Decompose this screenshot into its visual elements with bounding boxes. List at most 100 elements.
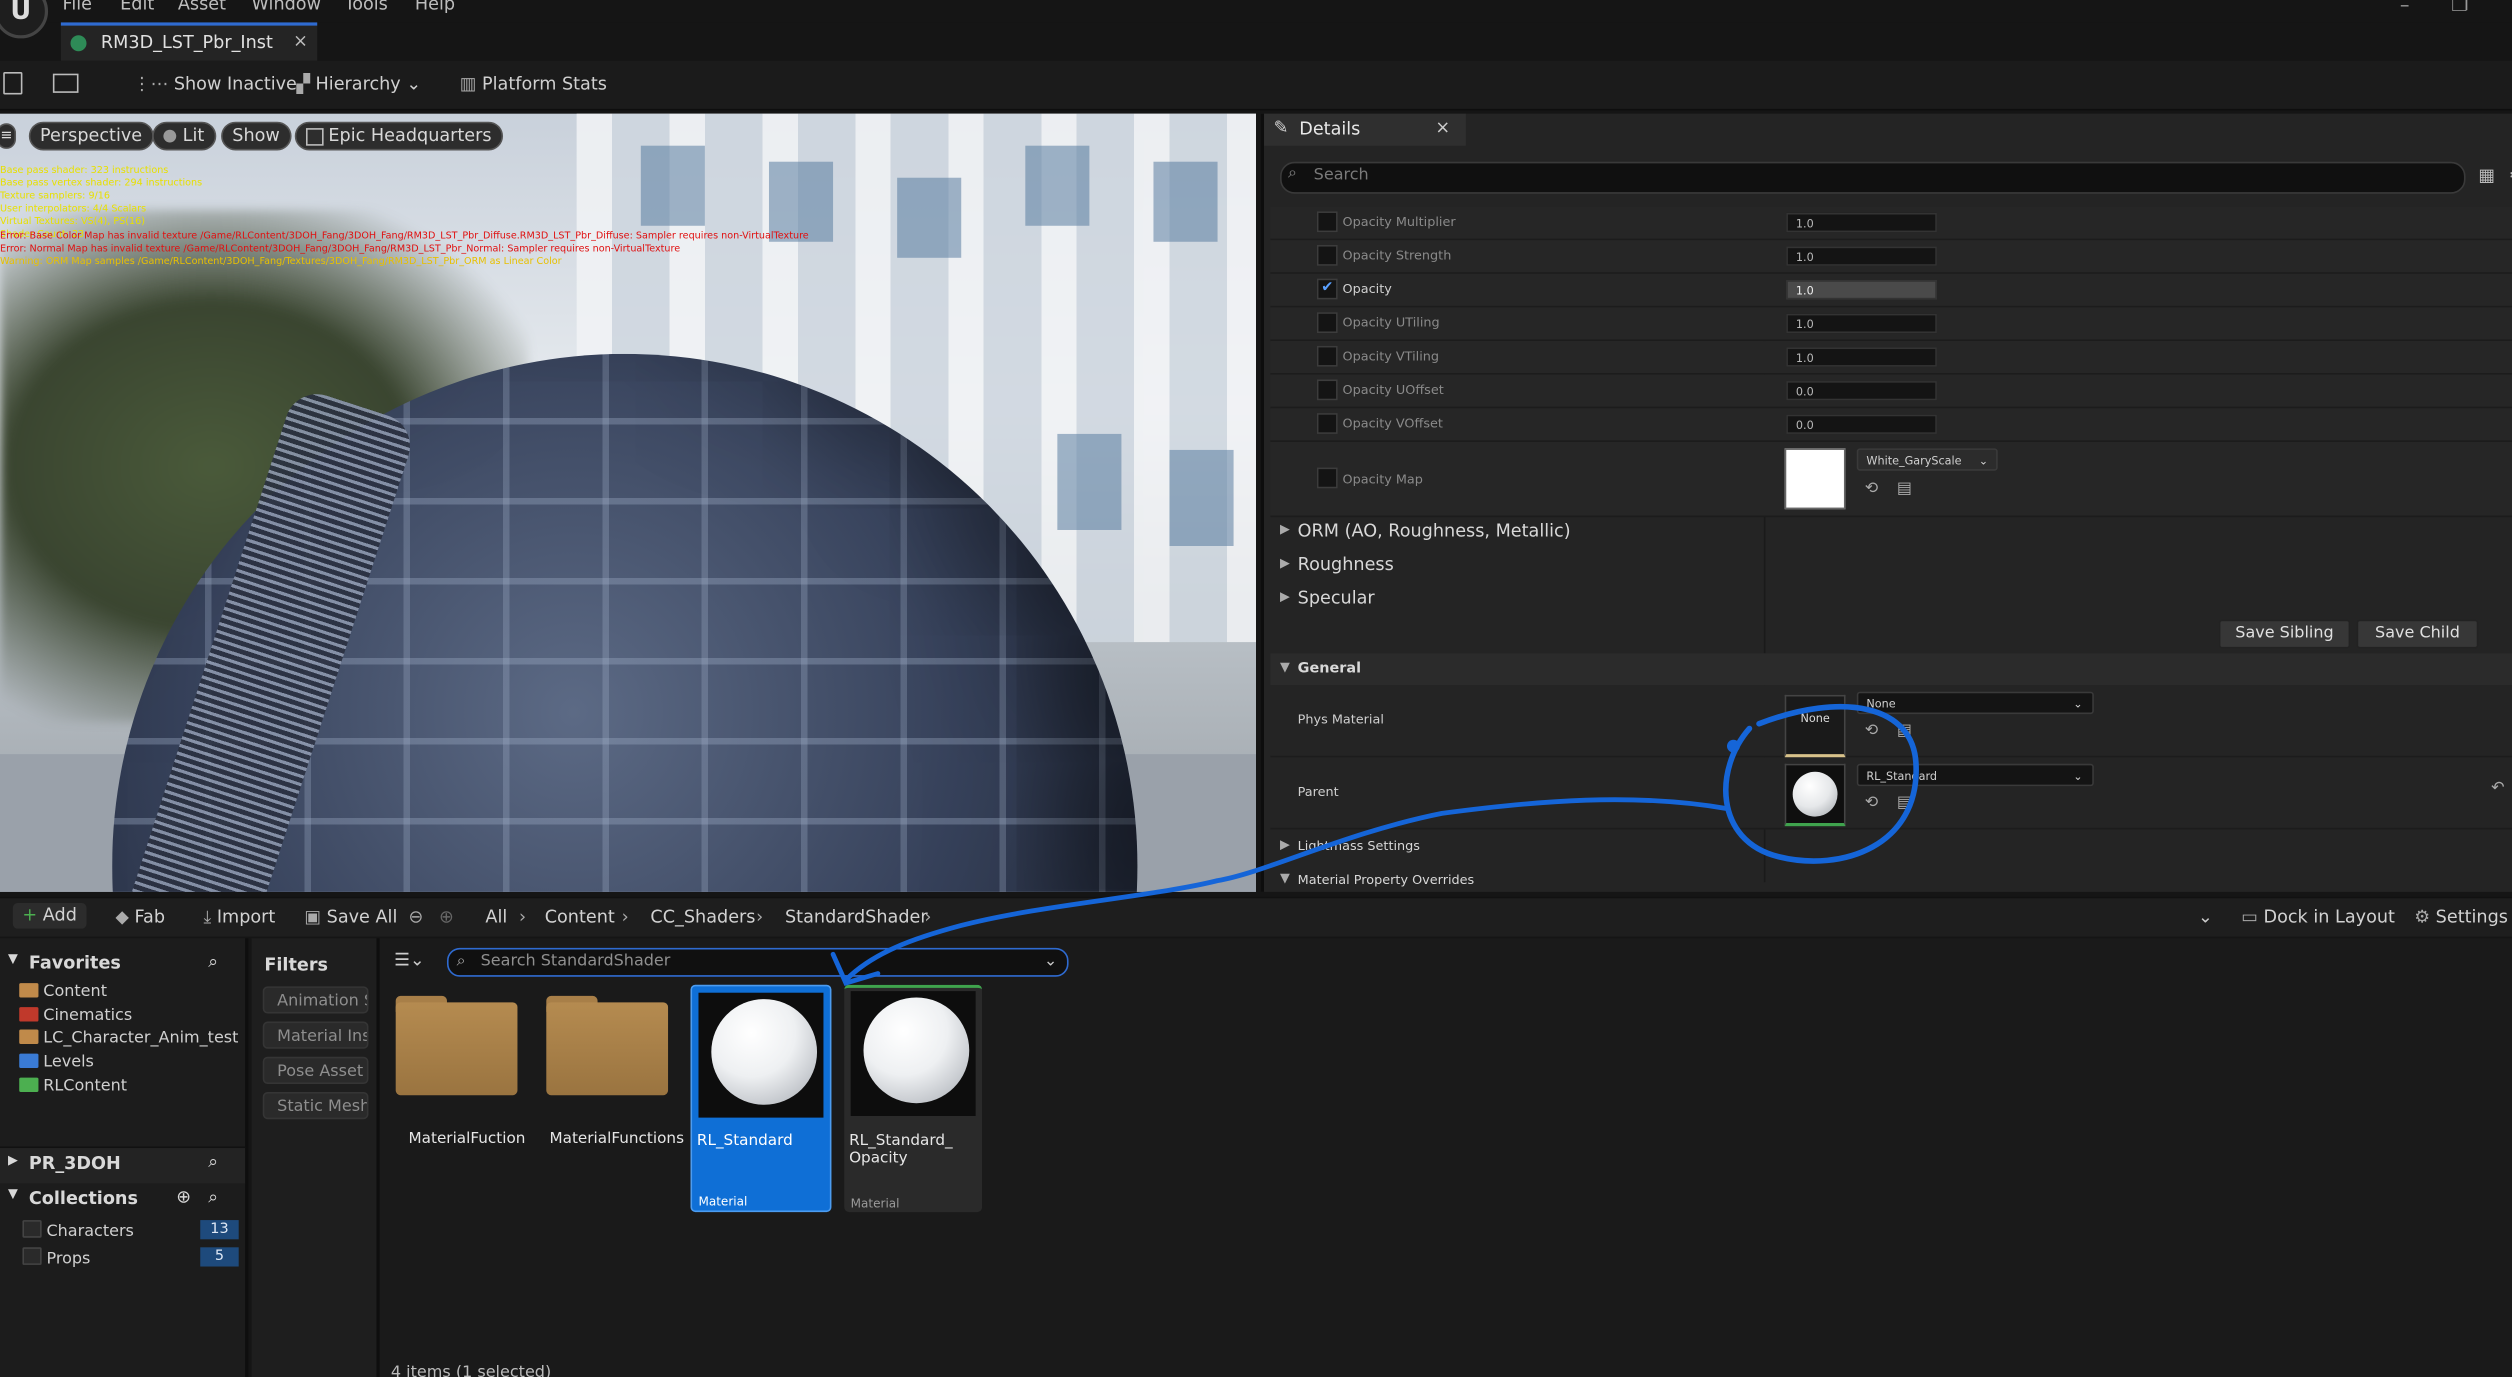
favorite-item-cinematics[interactable]: Cinematics [19,1007,132,1025]
property-value-field[interactable]: 0.0 [1786,381,1937,401]
dock-in-layout-button[interactable]: ▭ Dock in Layout [2241,906,2395,927]
section-general[interactable]: ▼ General [1270,653,2512,686]
override-checkbox[interactable] [1316,467,1338,489]
collections-header[interactable]: ▼ Collections ⊕ ⌕ [0,1186,245,1218]
import-button[interactable]: ⤓ Import [203,906,275,928]
override-checkbox[interactable] [1316,379,1338,401]
menu-file[interactable]: File [62,0,92,14]
override-checkbox-checked[interactable]: ✔ [1316,278,1338,300]
favorite-item-rlcontent[interactable]: RLContent [19,1077,127,1095]
details-tab[interactable]: ✎ Details × [1264,113,1466,146]
maximize-button[interactable]: ❐ [2451,0,2468,16]
breadcrumb-standard-shader[interactable]: StandardShader [785,906,928,927]
save-all-button[interactable]: ▣ Save All [304,906,397,927]
override-checkbox[interactable] [1316,312,1338,334]
material-preview-viewport[interactable]: ≡ Perspective Lit Show Epic Headquarters… [0,113,1256,892]
lit-button[interactable]: Lit [152,121,216,151]
browse-folder-icon[interactable]: ▤ [1897,722,1912,740]
history-forward-icon[interactable]: ⊕ [439,906,454,927]
use-selected-icon[interactable]: ⟲ [1865,480,1878,498]
section-lightmass[interactable]: ▶ Lightmass Settings [1270,831,2512,863]
close-icon[interactable]: × [1435,117,1450,138]
search-icon[interactable]: ⌕ [208,951,218,973]
add-button[interactable]: + Add [12,903,87,929]
save-sibling-button[interactable]: Save Sibling [2218,619,2351,649]
collection-item-props[interactable]: Props [22,1247,90,1268]
collection-item-characters[interactable]: Characters [22,1220,134,1241]
favorite-item-content[interactable]: Content [19,983,107,1001]
parent-thumbnail[interactable] [1784,763,1846,827]
environment-button[interactable]: Epic Headquarters [294,121,503,151]
property-value-field[interactable]: 1.0 [1786,280,1937,300]
favorites-header[interactable]: ▼ Favorites ⌕ [0,951,245,983]
filter-chip-pose-asset[interactable]: Pose Asset [262,1056,369,1084]
asset-tile-rl-standard[interactable]: RL_Standard Material [690,984,832,1213]
show-inactive-button[interactable]: ⋮⋯ Show Inactive [133,74,297,95]
section-orm[interactable]: ▶ ORM (AO, Roughness, Metallic) [1270,516,2512,548]
menu-tools[interactable]: Tools [344,0,387,14]
document-tab[interactable]: RM3D_LST_Pbr_Inst × [60,22,318,61]
property-value-field[interactable]: 1.0 [1786,347,1937,367]
breadcrumb-all[interactable]: All [485,906,507,927]
override-checkbox[interactable] [1316,413,1338,434]
filter-chip-animation[interactable]: Animation S [262,986,369,1014]
texture-selector[interactable]: White_GaryScale ⌄ [1856,448,1998,471]
section-roughness[interactable]: ▶ Roughness [1270,549,2512,581]
property-value-field[interactable]: 0.0 [1786,414,1937,434]
override-checkbox[interactable] [1316,211,1338,233]
texture-thumbnail[interactable] [1784,448,1846,510]
minimize-button[interactable]: – [2400,0,2410,16]
breadcrumb-content[interactable]: Content [545,906,615,927]
reset-to-default-icon[interactable]: ↶ [2491,780,2504,798]
phys-material-thumbnail[interactable]: None [1784,694,1846,758]
breadcrumb-cc-shaders[interactable]: CC_Shaders [650,906,755,927]
search-icon[interactable]: ⌕ [208,1186,218,1208]
property-value-field[interactable]: 1.0 [1786,246,1937,266]
save-icon[interactable] [3,72,23,95]
hierarchy-dropdown[interactable]: ▞ Hierarchy ⌄ [296,74,421,95]
asset-tile-folder[interactable]: MaterialFunctions [530,986,684,1210]
asset-tile-rl-standard-opacity[interactable]: RL_Standard_ Opacity Material [844,984,983,1213]
search-icon[interactable]: ⌕ [208,1151,218,1173]
parent-selector[interactable]: RL_Standard ⌄ [1856,763,2094,787]
browse-icon[interactable] [52,73,79,93]
menu-edit[interactable]: Edit [120,0,154,14]
property-value-field[interactable]: 1.0 [1786,212,1937,233]
section-material-overrides[interactable]: ▼ Material Property Overrides [1270,865,2512,897]
unreal-logo-icon[interactable]: U [0,0,49,39]
menu-window[interactable]: Window [252,0,321,14]
browse-folder-icon[interactable]: ▤ [1897,794,1912,812]
favorite-item-lc-character[interactable]: LC_Character_Anim_test [19,1029,238,1047]
hamburger-menu-icon[interactable]: ≡ [0,123,17,149]
filter-chip-material-instance[interactable]: Material Ins [262,1021,369,1049]
menu-help[interactable]: Help [415,0,455,14]
favorite-item-levels[interactable]: Levels [19,1053,94,1071]
property-value-field[interactable]: 1.0 [1786,313,1937,334]
settings-button[interactable]: ⚙ Settings [2414,906,2508,927]
override-checkbox[interactable] [1316,244,1338,266]
history-back-icon[interactable]: ⊖ [409,906,424,927]
use-selected-icon[interactable]: ⟲ [1865,794,1878,812]
use-selected-icon[interactable]: ⟲ [1865,722,1878,740]
details-search-input[interactable]: ⌕ Search [1280,161,2466,194]
chevron-down-icon[interactable]: ⌄ [1044,949,1057,975]
close-icon[interactable]: × [293,30,308,51]
platform-stats-button[interactable]: ▥ Platform Stats [460,74,607,95]
browse-folder-icon[interactable]: ▤ [1897,480,1912,498]
section-specular[interactable]: ▶ Specular [1270,583,2512,615]
project-header[interactable]: ▶ PR_3DOH ⌕ [0,1146,246,1184]
perspective-button[interactable]: Perspective [28,121,154,151]
property-matrix-icon[interactable]: ▦ [2478,165,2495,186]
save-child-button[interactable]: Save Child [2356,619,2479,649]
show-button[interactable]: Show [221,121,292,151]
filter-icon[interactable]: ☰⌄ [394,949,425,970]
override-checkbox[interactable] [1316,345,1338,367]
asset-tile-folder[interactable]: MaterialFuction [380,986,525,1210]
phys-material-selector[interactable]: None ⌄ [1856,691,2094,715]
filter-chip-static-mesh[interactable]: Static Mesh [262,1091,369,1120]
add-collection-icon[interactable]: ⊕ [176,1186,191,1207]
menu-asset[interactable]: Asset [178,0,226,14]
asset-search-input[interactable]: ⌕ Search StandardShader ⌄ [446,947,1069,977]
fab-button[interactable]: ◆ Fab [115,906,165,927]
path-history-chevron-icon[interactable]: ⌄ [2198,906,2213,927]
